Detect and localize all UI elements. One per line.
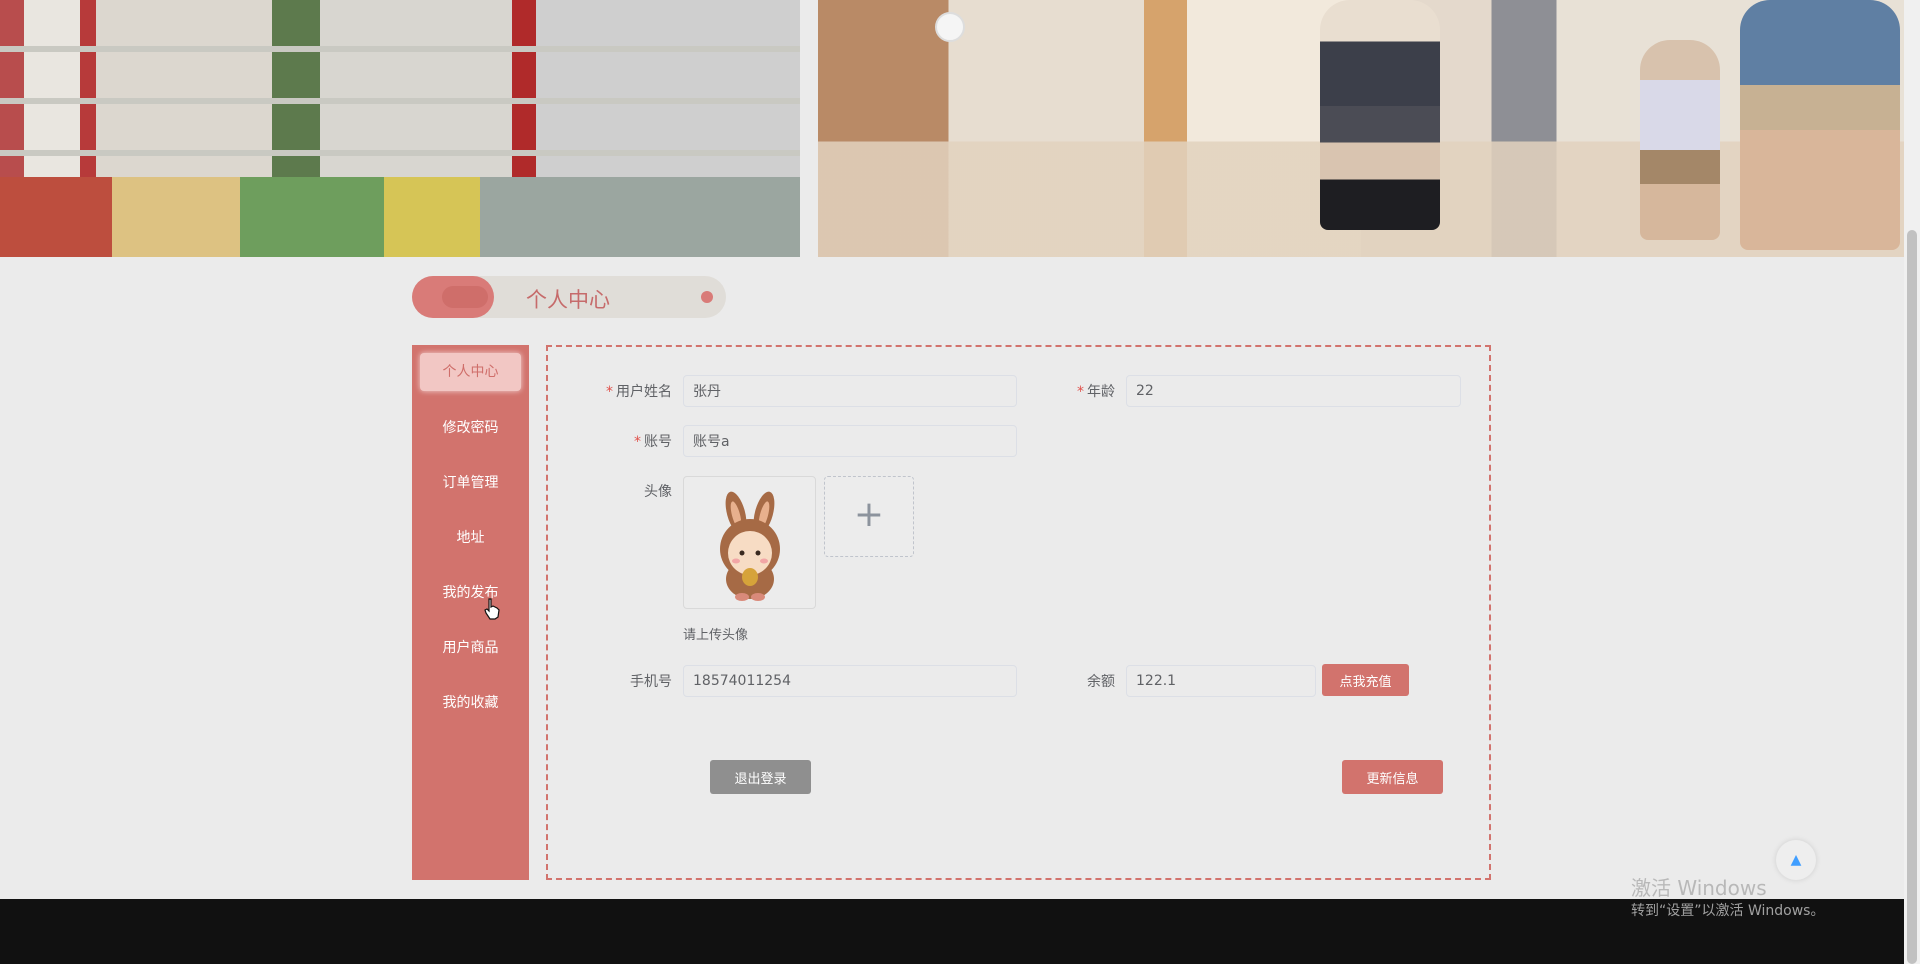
avatar: [720, 491, 780, 601]
sidebar-item-favorites[interactable]: 我的收藏: [420, 684, 521, 722]
windows-activation-subtitle: 转到“设置”以激活 Windows。: [1631, 903, 1825, 919]
logout-button[interactable]: 退出登录: [710, 760, 811, 794]
balance-input[interactable]: [1126, 665, 1316, 697]
age-input[interactable]: [1126, 375, 1461, 407]
title-decoration: [412, 276, 494, 318]
banner-person: [1640, 40, 1720, 240]
sidebar-item-orders[interactable]: 订单管理: [420, 464, 521, 502]
account-input[interactable]: [683, 425, 1017, 457]
avatar-upload-hint: 请上传头像: [683, 628, 749, 643]
sidebar-item-address[interactable]: 地址: [420, 519, 521, 557]
required-mark: *: [606, 384, 613, 400]
required-mark: *: [1077, 384, 1084, 400]
page-footer: [0, 899, 1904, 964]
title-dot: [701, 291, 713, 303]
caret-up-icon: ▲: [1790, 852, 1802, 868]
account-label: * 账号: [634, 434, 672, 450]
age-label: * 年龄: [1077, 384, 1115, 400]
avatar-image[interactable]: [683, 476, 816, 609]
page-title: 个人中心: [526, 288, 610, 312]
back-to-top-button[interactable]: ▲: [1776, 840, 1816, 880]
username-label: * 用户姓名: [606, 384, 672, 400]
banner-person: [1740, 0, 1900, 250]
sidebar-item-user-products[interactable]: 用户商品: [420, 629, 521, 667]
banner-carousel: [0, 0, 1904, 257]
plus-icon: +: [853, 494, 885, 535]
update-info-button[interactable]: 更新信息: [1342, 760, 1443, 794]
scrollbar-thumb[interactable]: [1907, 230, 1917, 964]
sidebar-item-my-posts[interactable]: 我的发布: [420, 574, 521, 612]
username-input[interactable]: [683, 375, 1017, 407]
banner-image-supermarket: [0, 0, 800, 257]
carousel-indicator[interactable]: [935, 12, 965, 42]
sidebar: 个人中心 修改密码 订单管理 地址 我的发布 用户商品 我的收藏: [412, 345, 529, 880]
windows-activation-title: 激活 Windows: [1631, 876, 1767, 900]
avatar-label: 头像: [644, 484, 672, 500]
phone-label: 手机号: [630, 674, 672, 690]
avatar-upload-button[interactable]: +: [824, 476, 914, 557]
hand-cursor-icon: [484, 598, 500, 620]
balance-label: 余额: [1087, 674, 1115, 690]
required-mark: *: [634, 434, 641, 450]
sidebar-item-change-password[interactable]: 修改密码: [420, 409, 521, 447]
recharge-button[interactable]: 点我充值: [1322, 664, 1409, 696]
section-title-bar: 个人中心: [412, 276, 726, 318]
sidebar-item-profile[interactable]: 个人中心: [420, 353, 521, 391]
phone-input[interactable]: [683, 665, 1017, 697]
banner-person: [1320, 0, 1440, 230]
